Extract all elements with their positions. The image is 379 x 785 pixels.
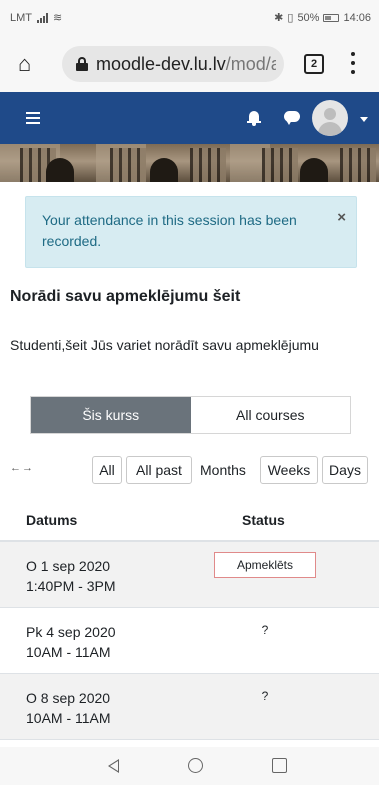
chat-icon[interactable] <box>284 111 302 125</box>
wifi-icon: ≋ <box>53 12 63 24</box>
alert-message: Your attendance in this session has been… <box>42 212 297 249</box>
scope-tabs: Šis kurss All courses <box>30 396 351 434</box>
session-time: 10AM - 11AM <box>26 710 111 726</box>
status-bar: LMT ≋ ✱ ▯ 50% 14:06 <box>0 0 379 36</box>
home-icon[interactable]: ⌂ <box>18 52 42 76</box>
main-content: Your attendance in this session has been… <box>0 182 379 747</box>
back-icon[interactable] <box>108 759 119 773</box>
table-row: O 1 sep 2020 1:40PM - 3PM Apmeklēts <box>0 542 379 608</box>
session-date: O 1 sep 2020 <box>26 558 111 574</box>
close-icon[interactable]: × <box>337 209 346 226</box>
hamburger-icon[interactable] <box>26 112 40 124</box>
header-date: Datums <box>26 512 78 528</box>
url-text: moodle-dev.lu.lv/mod/a <box>96 54 276 75</box>
system-nav-bar <box>0 747 379 785</box>
tab-all-courses[interactable]: All courses <box>190 397 350 433</box>
session-time: 10AM - 11AM <box>26 644 111 660</box>
tab-this-course[interactable]: Šis kurss <box>31 397 191 433</box>
bluetooth-icon: ✱ <box>274 12 284 24</box>
success-alert: Your attendance in this session has been… <box>25 196 357 268</box>
menu-dots-icon[interactable] <box>350 52 356 74</box>
status-right: ✱ ▯ 50% 14:06 <box>274 11 371 25</box>
session-date-cell: Pk 4 sep 2020 10AM - 11AM <box>26 622 116 662</box>
status-value: ? <box>261 689 269 703</box>
site-navbar <box>0 92 379 144</box>
url-host: moodle-dev.lu.lv <box>96 54 226 74</box>
carrier-label: LMT <box>10 11 32 24</box>
status-badge: Apmeklēts <box>214 552 316 578</box>
browser-toolbar: ⌂ moodle-dev.lu.lv/mod/a 2 <box>0 36 379 92</box>
url-bar[interactable]: moodle-dev.lu.lv/mod/a <box>62 46 284 82</box>
session-time: 1:40PM - 3PM <box>26 578 116 594</box>
session-date-cell: O 1 sep 2020 1:40PM - 3PM <box>26 556 115 596</box>
table-header: Datums Status <box>0 498 379 542</box>
battery-icon <box>323 13 340 22</box>
session-date: O 8 sep 2020 <box>26 690 111 706</box>
url-path: /mod/a <box>225 54 276 74</box>
page-title: Norādi savu apmeklējumu šeit <box>10 288 241 305</box>
vibrate-icon: ▯ <box>287 12 294 24</box>
status-left: LMT ≋ <box>10 11 63 25</box>
status-value: ? <box>261 623 269 637</box>
attendance-table: Datums Status O 1 sep 2020 1:40PM - 3PM … <box>0 498 379 740</box>
signal-icon <box>37 12 48 23</box>
recent-apps-icon[interactable] <box>272 758 287 773</box>
lock-icon <box>76 57 88 71</box>
home-circle-icon[interactable] <box>188 758 203 773</box>
arrows-icon[interactable]: ←→ <box>10 462 34 474</box>
view-all-button[interactable]: All <box>92 456 122 484</box>
view-controls: ←→ All All past Months Weeks Days <box>10 454 372 486</box>
view-weeks-button[interactable]: Weeks <box>260 456 318 484</box>
tabs-icon[interactable]: 2 <box>304 54 324 74</box>
view-days-button[interactable]: Days <box>322 456 368 484</box>
bell-icon[interactable] <box>246 109 262 127</box>
battery-percent: 50% <box>297 11 320 24</box>
table-row: Pk 4 sep 2020 10AM - 11AM ? <box>0 608 379 674</box>
table-row: O 8 sep 2020 10AM - 11AM ? <box>0 674 379 740</box>
header-status: Status <box>242 512 285 528</box>
session-date-cell: O 8 sep 2020 10AM - 11AM <box>26 688 111 728</box>
clock: 14:06 <box>343 11 371 24</box>
session-date: Pk 4 sep 2020 <box>26 624 116 640</box>
view-all-past-button[interactable]: All past <box>126 456 192 484</box>
page-description: Studenti,šeit Jūs variet norādīt savu ap… <box>10 337 319 353</box>
header-banner <box>0 144 379 182</box>
view-months-current[interactable]: Months <box>200 456 246 484</box>
avatar[interactable] <box>312 100 348 136</box>
caret-down-icon[interactable] <box>360 117 368 122</box>
